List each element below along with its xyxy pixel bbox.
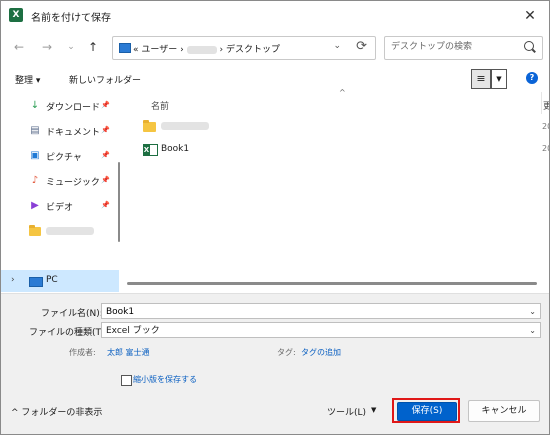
pictures-icon: ▣ [30,150,40,161]
document-icon: ▤ [30,125,40,136]
download-icon: ↓ [30,100,40,111]
sort-ascending-icon: ^ [339,88,346,97]
new-folder-button[interactable]: 新しいフォルダー [69,73,141,86]
excel-app-icon: X [9,8,23,22]
column-divider[interactable] [541,92,542,114]
excel-file-icon [143,144,158,156]
address-dropdown-icon[interactable]: ⌄ [333,41,341,51]
breadcrumb-separator: › [219,45,224,55]
file-date: 20 [542,144,549,153]
filetype-label: ファイルの種類(T): [29,328,108,338]
video-icon: ▶ [31,200,39,211]
save-thumbnail-label[interactable]: 縮小版を保存する [133,374,197,385]
save-button[interactable]: 保存(S) [397,402,457,421]
filename-dropdown-icon[interactable]: ⌄ [529,304,536,320]
pc-icon [119,43,131,53]
sidebar-item-folder-redacted[interactable] [1,220,111,242]
filetype-select[interactable]: Excel ブック ⌄ [101,322,541,338]
refresh-icon[interactable]: ⟳ [356,39,367,54]
nav-scrollbar[interactable] [118,162,120,242]
pin-icon: 📌 [101,201,110,209]
tools-menu[interactable]: ツール(L) [327,405,366,418]
filename-field[interactable]: ⌄ [101,303,541,319]
breadcrumb: « ユーザー › › デスクトップ [133,42,280,55]
filename-input[interactable] [106,305,506,319]
filename-label: ファイル名(N): [41,309,103,319]
filetype-dropdown-icon[interactable]: ⌄ [529,323,536,339]
tags-value[interactable]: タグの追加 [301,347,341,358]
tools-dropdown-icon[interactable]: ▼ [371,406,376,414]
author-label: 作成者: [69,348,96,357]
file-name: Book1 [161,144,190,154]
hide-folders-button[interactable]: ^ フォルダーの非表示 [11,405,102,418]
view-list-icon[interactable]: ≡ [471,69,491,89]
close-button[interactable]: ✕ [519,5,541,27]
sidebar-item-label-redacted [46,227,94,235]
sidebar-item-label: ドキュメント [46,128,101,138]
pin-icon: 📌 [101,176,110,184]
title-bar: X 名前を付けて保存 ✕ [1,1,549,31]
column-header-date[interactable]: 更 [543,99,549,112]
file-row-book1[interactable]: Book1 20 [139,140,549,160]
search-input[interactable] [391,40,511,54]
cancel-button[interactable]: キャンセル [468,400,540,422]
breadcrumb-overflow[interactable]: « [133,45,139,55]
forward-arrow-icon[interactable]: → [39,39,55,55]
filetype-value: Excel ブック [106,326,160,336]
help-icon[interactable]: ? [526,72,538,84]
sidebar-item-pc[interactable]: › PC [1,270,119,292]
music-icon: ♪ [31,175,39,186]
pin-icon: 📌 [101,101,110,109]
sidebar-item-documents[interactable]: ▤ ドキュメント 📌 [1,120,111,142]
sidebar-item-downloads[interactable]: ↓ ダウンロード 📌 [1,95,111,117]
folder-icon [143,120,156,132]
dialog-title: 名前を付けて保存 [31,13,111,24]
sidebar-item-videos[interactable]: ▶ ビデオ 📌 [1,195,111,217]
sidebar-item-music[interactable]: ♪ ミュージック 📌 [1,170,111,192]
sidebar-item-label: PC [46,275,58,285]
author-value[interactable]: 太郎 富士通 [107,347,150,358]
file-name-redacted [161,122,209,133]
folder-icon [29,225,41,236]
save-as-dialog: X 名前を付けて保存 ✕ ← → ⌄ ↑ « ユーザー › › デスクトップ ⌄… [0,0,550,435]
save-thumbnail-checkbox[interactable] [121,375,132,386]
back-arrow-icon[interactable]: ← [11,39,27,55]
search-icon[interactable] [524,41,534,51]
breadcrumb-desktop[interactable]: デスクトップ [226,45,280,55]
horizontal-scrollbar[interactable] [127,282,537,285]
up-arrow-icon[interactable]: ↑ [85,39,101,55]
command-bar: 整理 ▾ 新しいフォルダー [1,67,549,91]
organize-menu[interactable]: 整理 ▾ [15,73,40,86]
sidebar-item-label: ミュージック [46,178,100,188]
sidebar-item-label: ビデオ [46,203,74,213]
breadcrumb-users[interactable]: ユーザー [141,45,177,55]
file-list: ^ 名前 更 20 Book1 20 [127,88,549,292]
tags-label: タグ: [277,348,296,357]
file-date: 20 [542,122,549,131]
column-header-name[interactable]: 名前 [151,99,169,112]
address-bar[interactable]: « ユーザー › › デスクトップ ⌄ ⟳ [112,36,376,60]
expand-chevron-icon[interactable]: › [11,275,15,285]
sidebar-item-pictures[interactable]: ▣ ピクチャ 📌 [1,145,111,167]
hide-folders-label: フォルダーの非表示 [21,408,103,418]
pc-icon [29,277,43,287]
recent-locations-icon[interactable]: ⌄ [63,39,79,55]
navigation-pane: ↓ ダウンロード 📌 ▤ ドキュメント 📌 ▣ ピクチャ 📌 ♪ ミュージック … [1,92,121,292]
file-row-folder[interactable]: 20 [139,118,549,138]
pin-icon: 📌 [101,151,110,159]
breadcrumb-username-redacted[interactable] [186,45,217,54]
search-box[interactable] [384,36,543,60]
view-options-dropdown[interactable]: ▼ [491,69,507,89]
chevron-up-icon: ^ [11,408,19,418]
breadcrumb-separator: › [180,45,184,55]
save-form: ファイル名(N): ⌄ ファイルの種類(T): Excel ブック ⌄ 作成者:… [1,293,549,434]
pin-icon: 📌 [101,126,110,134]
sidebar-item-label: ピクチャ [46,153,82,163]
sidebar-item-label: ダウンロード [46,103,101,113]
